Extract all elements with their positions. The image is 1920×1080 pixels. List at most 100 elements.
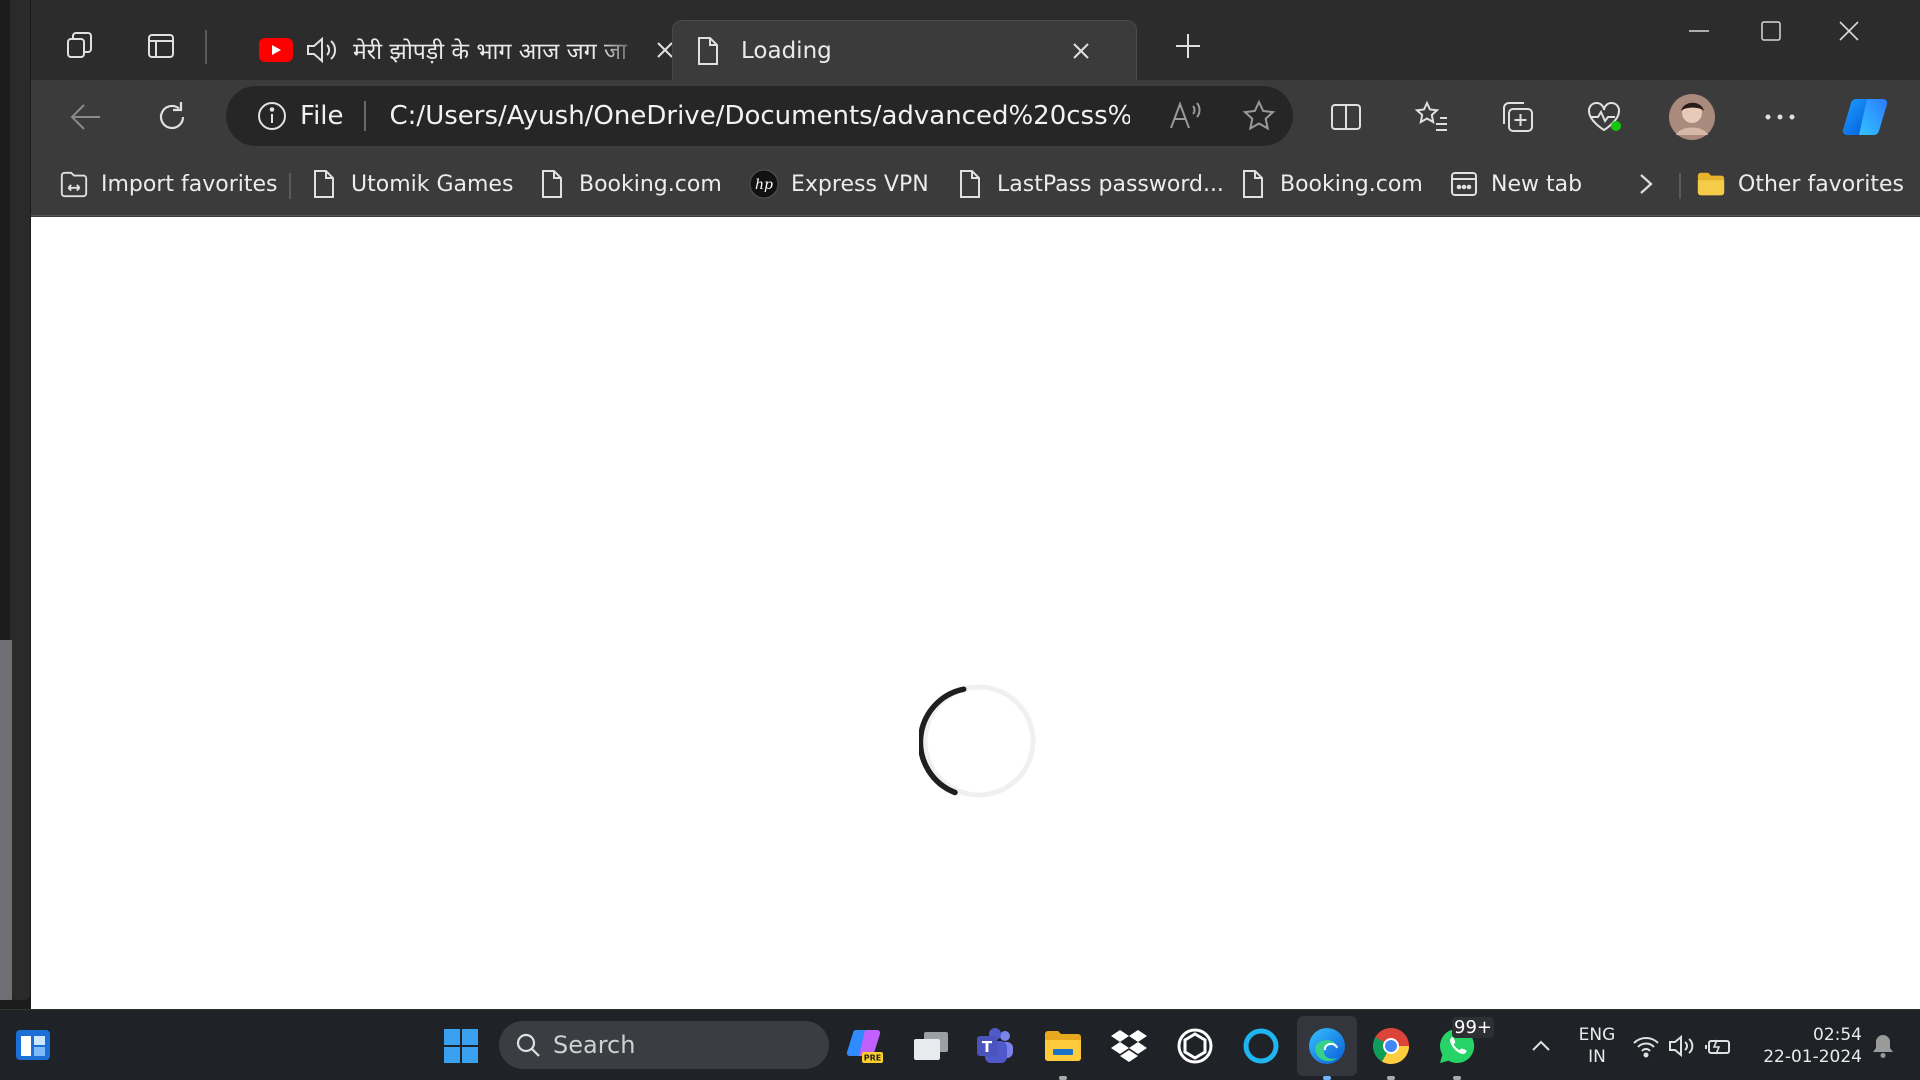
more-options-icon[interactable] (1759, 96, 1801, 138)
favorite-star-icon[interactable] (1242, 99, 1276, 133)
close-window-button[interactable] (1814, 8, 1884, 54)
favorite-label: Utomik Games (351, 171, 514, 197)
profile-avatar[interactable] (1668, 93, 1716, 141)
background-window-edge (10, 0, 30, 1000)
copilot-preview-icon[interactable]: PRE (842, 1023, 888, 1069)
info-icon[interactable] (256, 100, 288, 132)
divider (363, 101, 366, 131)
collections-icon[interactable] (1497, 96, 1539, 138)
import-icon (59, 167, 89, 201)
page-icon (955, 167, 985, 201)
taskbar: Search PRE T 99+ ENG IN 02:54 22-01-2024 (0, 1009, 1920, 1080)
favorite-lastpass[interactable]: LastPass password... (955, 165, 1224, 203)
split-screen-icon[interactable] (1325, 96, 1367, 138)
page-icon (537, 167, 567, 201)
running-indicator (1059, 1076, 1067, 1080)
favorites-bar: Import favorites Utomik Games Booking.co… (31, 153, 1920, 216)
edge-taskbar-icon[interactable] (1297, 1016, 1357, 1076)
other-favorites-folder[interactable]: Other favorites (1696, 165, 1904, 203)
clock[interactable]: 02:54 22-01-2024 (1752, 1024, 1862, 1068)
refresh-button[interactable] (151, 96, 193, 138)
favorite-label: LastPass password... (997, 171, 1224, 197)
read-aloud-icon[interactable] (1168, 100, 1204, 132)
divider (289, 173, 291, 199)
page-content (31, 217, 1920, 1009)
favorite-utomik-games[interactable]: Utomik Games (309, 165, 513, 203)
cortana-icon[interactable] (1238, 1023, 1284, 1069)
start-button[interactable] (438, 1023, 484, 1069)
loading-spinner (919, 684, 1036, 798)
region-code: IN (1588, 1047, 1606, 1067)
svg-text:hp: hp (755, 177, 773, 193)
battery-icon[interactable] (1702, 1023, 1734, 1069)
favorite-new-tab[interactable]: New tab (1449, 165, 1582, 203)
tab-title: मेरी झोपड़ी के भाग आज जग जा (353, 39, 628, 65)
workspaces-icon[interactable] (61, 26, 101, 66)
favorite-booking[interactable]: Booking.com (537, 165, 722, 203)
page-icon (695, 36, 721, 66)
chatgpt-icon[interactable] (1172, 1023, 1218, 1069)
running-indicator (1453, 1076, 1461, 1080)
favorites-list-icon[interactable] (1411, 96, 1453, 138)
desktop-background (0, 0, 32, 1009)
volume-icon[interactable] (1666, 1023, 1698, 1069)
app-icon (1449, 167, 1479, 201)
notification-badge: 99+ (1452, 1017, 1494, 1038)
divider (1679, 173, 1681, 199)
svg-text:T: T (982, 1038, 993, 1056)
maximize-button[interactable] (1736, 8, 1806, 54)
wifi-icon[interactable] (1630, 1023, 1662, 1069)
back-button[interactable] (65, 96, 107, 138)
favorite-label: Import favorites (101, 171, 278, 197)
tab-youtube[interactable]: मेरी झोपड़ी के भाग आज जग जा (211, 20, 701, 80)
chevron-up-icon[interactable] (1518, 1023, 1564, 1069)
search-placeholder: Search (553, 1031, 636, 1059)
task-view-icon[interactable] (908, 1023, 954, 1069)
favorite-label: Booking.com (1280, 171, 1423, 197)
clock-time: 02:54 (1813, 1025, 1862, 1045)
teams-icon[interactable]: T (972, 1023, 1018, 1069)
navigation-toolbar: File C:/Users/Ayush/OneDrive/Documents/a… (31, 80, 1920, 153)
address-bar[interactable]: File C:/Users/Ayush/OneDrive/Documents/a… (226, 86, 1293, 146)
favorite-booking-2[interactable]: Booking.com (1238, 165, 1423, 203)
language-code: ENG (1578, 1025, 1616, 1045)
tab-title: Loading (741, 37, 832, 64)
minimize-button[interactable] (1664, 8, 1734, 54)
dropbox-icon[interactable] (1106, 1023, 1152, 1069)
running-indicator (1323, 1076, 1331, 1080)
favorite-label: Other favorites (1738, 171, 1904, 197)
more-favorites-chevron-icon[interactable] (1637, 165, 1655, 203)
clock-date: 22-01-2024 (1763, 1047, 1862, 1067)
copilot-icon[interactable] (1841, 92, 1891, 142)
url-text[interactable]: C:/Users/Ayush/OneDrive/Documents/advanc… (390, 101, 1130, 131)
taskbar-search[interactable]: Search (499, 1021, 829, 1069)
favorite-import-favorites[interactable]: Import favorites (59, 165, 278, 203)
scheme-label[interactable]: File (300, 101, 344, 131)
background-window-edge (0, 640, 12, 1000)
close-tab-icon[interactable] (1071, 41, 1091, 61)
page-icon (309, 167, 339, 201)
widgets-icon[interactable] (10, 1022, 56, 1068)
favorite-label: New tab (1491, 171, 1583, 197)
tab-actions-icon[interactable] (141, 26, 181, 66)
divider (205, 30, 207, 64)
favorite-label: Booking.com (579, 171, 722, 197)
file-explorer-icon[interactable] (1040, 1023, 1086, 1069)
browser-window: मेरी झोपड़ी के भाग आज जग जा Loading File… (31, 0, 1920, 1009)
language-indicator[interactable]: ENG IN (1570, 1024, 1624, 1068)
browser-essentials-icon[interactable] (1583, 96, 1625, 138)
youtube-icon (259, 38, 293, 62)
svg-text:PRE: PRE (864, 1054, 882, 1063)
hp-icon: hp (749, 167, 779, 201)
notification-bell-icon[interactable] (1866, 1023, 1900, 1069)
search-icon (515, 1032, 541, 1058)
tab-strip: मेरी झोपड़ी के भाग आज जग जा Loading (31, 0, 1920, 80)
new-tab-button[interactable] (1168, 26, 1208, 66)
favorite-express-vpn[interactable]: hp Express VPN (749, 165, 929, 203)
tab-loading[interactable]: Loading (672, 20, 1137, 80)
speaker-icon[interactable] (305, 35, 339, 65)
page-icon (1238, 167, 1268, 201)
running-indicator (1387, 1076, 1395, 1080)
folder-icon (1696, 167, 1726, 201)
chrome-icon[interactable] (1368, 1023, 1414, 1069)
